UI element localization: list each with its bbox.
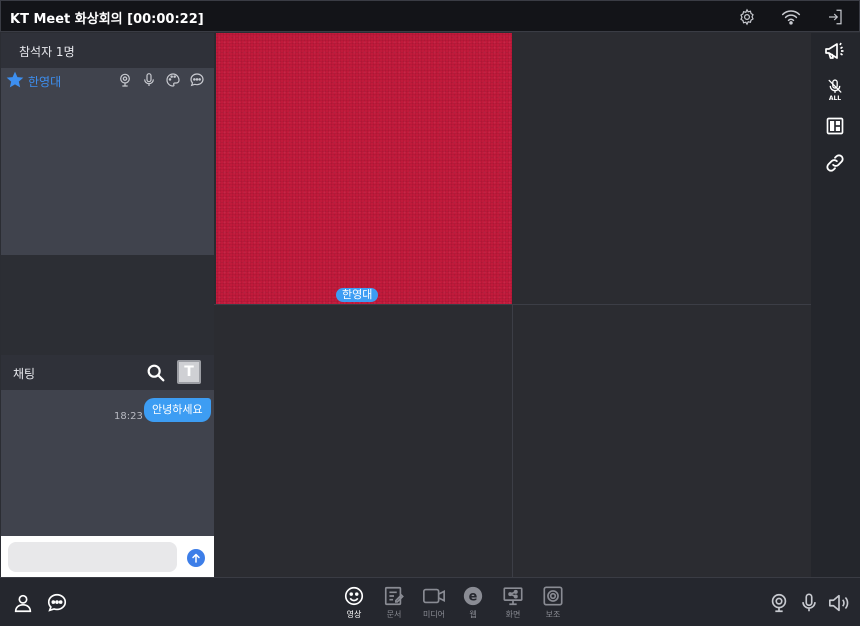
- wifi-icon: [780, 6, 802, 28]
- camera-icon[interactable]: [116, 71, 134, 89]
- more-chat-icon[interactable]: [44, 590, 70, 616]
- screen-share-icon: [495, 584, 531, 608]
- palette-icon[interactable]: [164, 71, 182, 89]
- video-tile[interactable]: [513, 33, 811, 304]
- microphone-icon[interactable]: [140, 71, 158, 89]
- assist-icon: [535, 584, 571, 608]
- panel-spacer: [1, 255, 214, 355]
- tool-label: 영상: [346, 610, 362, 619]
- chat-messages: 18:23 안녕하세요: [1, 390, 214, 536]
- person-icon[interactable]: [10, 590, 36, 616]
- window-title: KT Meet 화상회의 [00:00:22]: [10, 12, 204, 27]
- mute-all-label: ALL: [828, 94, 842, 102]
- tool-web[interactable]: e 웹: [455, 584, 491, 624]
- video-tile[interactable]: 한영대: [216, 33, 512, 304]
- layout-icon[interactable]: [823, 114, 847, 138]
- video-tile[interactable]: [513, 305, 811, 577]
- chat-input[interactable]: [8, 542, 177, 572]
- chat-header: 채팅 T: [1, 355, 214, 390]
- chat-title: 채팅: [13, 367, 36, 381]
- mute-all-button[interactable]: ALL: [823, 77, 847, 103]
- participant-name: 한영대: [28, 75, 62, 89]
- web-icon: e: [455, 584, 491, 608]
- right-toolbar: ALL: [811, 33, 860, 577]
- chat-bubble-icon[interactable]: [188, 71, 206, 89]
- tool-video[interactable]: 영상: [336, 584, 372, 624]
- tool-label: 미디어: [422, 610, 446, 619]
- link-icon[interactable]: [823, 151, 847, 175]
- tool-label: 문서: [386, 610, 402, 619]
- tool-label: 보조: [545, 610, 561, 619]
- tool-screen[interactable]: 화면: [495, 584, 531, 624]
- grid-divider: [214, 304, 811, 305]
- send-button[interactable]: [187, 549, 205, 567]
- participants-header: 참석자 1명: [1, 33, 214, 68]
- smile-icon: [336, 584, 372, 608]
- tool-label: 화면: [505, 610, 521, 619]
- tool-media[interactable]: 미디어: [416, 584, 452, 624]
- document-icon: [376, 584, 412, 608]
- left-panel: 참석자 1명 한영대 채팅 T 18:23 안녕하세요: [1, 33, 214, 577]
- text-format-button[interactable]: T: [177, 360, 201, 384]
- exit-icon[interactable]: [824, 6, 846, 28]
- camera-icon[interactable]: [766, 590, 792, 616]
- participants-count: 참석자 1명: [19, 45, 75, 59]
- tool-document[interactable]: 문서: [376, 584, 412, 624]
- chat-input-bar: [1, 536, 214, 577]
- speaker-icon[interactable]: [826, 590, 852, 616]
- tool-label: 웹: [469, 610, 477, 619]
- megaphone-icon[interactable]: [823, 39, 847, 63]
- video-grid: 한영대: [214, 33, 811, 577]
- svg-text:e: e: [469, 590, 478, 605]
- message-bubble: 안녕하세요: [144, 398, 211, 422]
- media-icon: [416, 584, 452, 608]
- bottom-toolbar: 영상 문서 미디어 e 웹 화면 보조: [0, 577, 860, 626]
- message-time: 18:23: [114, 411, 143, 422]
- participant-row[interactable]: 한영대: [1, 68, 214, 94]
- video-name-tag: 한영대: [336, 288, 379, 302]
- title-bar: KT Meet 화상회의 [00:00:22]: [0, 0, 860, 32]
- video-tile[interactable]: [214, 305, 512, 577]
- tool-assist[interactable]: 보조: [535, 584, 571, 624]
- search-icon[interactable]: [145, 362, 167, 384]
- star-icon: [5, 70, 25, 94]
- microphone-icon[interactable]: [796, 590, 822, 616]
- participants-list: 한영대: [1, 68, 214, 255]
- grid-divider: [512, 304, 513, 577]
- settings-gear-icon[interactable]: [736, 6, 758, 28]
